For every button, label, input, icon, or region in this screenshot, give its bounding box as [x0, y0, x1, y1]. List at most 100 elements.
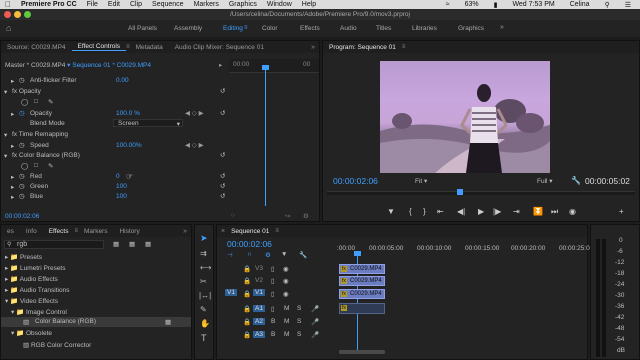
speed-value[interactable]: 100.00%	[116, 142, 142, 149]
tree-item-lumetri-presets[interactable]: ▸ 📁 Lumetri Presets	[5, 264, 66, 272]
tree-item-rgb-color-corrector[interactable]: ▧ RGB Color Corrector	[23, 341, 91, 349]
step-forward-icon[interactable]: |▶	[493, 207, 501, 216]
eye-icon[interactable]: ◉	[283, 265, 289, 273]
menu-sequence[interactable]: Sequence	[147, 1, 189, 8]
razor-tool-icon[interactable]: ✂	[200, 277, 207, 286]
zoom-window-button[interactable]	[24, 11, 31, 18]
32bit-effects-icon[interactable]: ▦	[129, 240, 135, 248]
blue-value[interactable]: 100	[116, 193, 127, 200]
slip-tool-icon[interactable]: |↔|	[199, 291, 211, 300]
add-marker-icon[interactable]: ▼	[281, 251, 287, 258]
menu-file[interactable]: File	[82, 1, 103, 8]
add-button-icon[interactable]: +	[619, 207, 624, 216]
camera-icon[interactable]: ◉	[569, 207, 576, 216]
keyframe-ruler[interactable]: 00:00 00	[229, 59, 319, 73]
tab-markers[interactable]: Markers	[78, 228, 113, 235]
reset-icon[interactable]: ↺	[220, 172, 225, 180]
minimize-window-button[interactable]	[14, 11, 21, 18]
blend-mode-dropdown[interactable]: Screen ▾	[113, 119, 183, 128]
export-icon[interactable]: ↪	[285, 212, 290, 220]
disclosure-icon[interactable]: ▸	[11, 193, 14, 201]
stopwatch-icon[interactable]: ◷	[19, 109, 25, 117]
more-workspaces-icon[interactable]: »	[500, 24, 504, 31]
ellipse-mask-icon[interactable]: ◯	[21, 98, 28, 106]
workspace-color[interactable]: Color	[262, 25, 278, 32]
source-patch-v1[interactable]: V1	[225, 289, 237, 296]
reset-icon[interactable]: ↺	[220, 87, 225, 95]
keyframe-nav-icon[interactable]: ◀ ◇ ▶	[185, 109, 204, 117]
home-icon[interactable]: ⌂	[6, 23, 11, 33]
step-back-icon[interactable]: ◀|	[457, 207, 465, 216]
magnet-icon[interactable]: ∩	[247, 251, 252, 258]
tab-info[interactable]: Info	[20, 228, 43, 235]
disclosure-icon[interactable]: ▾	[4, 152, 7, 160]
tree-item-color-balance-rgb[interactable]: ▧ Color Balance (RGB) ▦	[1, 317, 191, 327]
pen-mask-icon[interactable]: ✎	[48, 162, 53, 170]
yuv-effects-icon[interactable]: ▦	[145, 240, 151, 248]
disclosure-icon[interactable]: ▾	[4, 88, 7, 96]
type-tool-icon[interactable]: T	[201, 333, 207, 343]
quality-dropdown[interactable]: Full ▾	[537, 177, 553, 185]
disclosure-icon[interactable]: ▸	[11, 173, 14, 181]
disclosure-icon[interactable]: ▸	[11, 110, 14, 118]
more-tabs-icon[interactable]: »	[183, 228, 191, 235]
tab-sequence-01[interactable]: Sequence 01	[225, 228, 275, 235]
eye-icon[interactable]: ◉	[283, 290, 289, 298]
settings-icon[interactable]: ⚙	[303, 212, 309, 220]
lock-icon[interactable]: 🔒	[243, 305, 251, 313]
workspace-assembly[interactable]: Assembly	[174, 25, 202, 32]
reset-icon[interactable]: ↺	[220, 109, 225, 117]
lock-icon[interactable]: 🔒	[243, 331, 251, 339]
close-tab-icon[interactable]: ×	[217, 228, 225, 235]
tree-item-image-control[interactable]: ▾ 📁 Image Control	[11, 308, 67, 316]
playhead-marker-icon[interactable]	[262, 65, 269, 70]
lock-icon[interactable]: 🔒	[243, 265, 251, 273]
tab-source[interactable]: Source: C0029.MP4	[1, 44, 72, 51]
opacity-effect-header[interactable]: fx Opacity	[12, 88, 41, 95]
lock-icon[interactable]: 🔒	[243, 318, 251, 326]
microphone-icon[interactable]: 🎤	[311, 305, 319, 313]
workspace-audio[interactable]: Audio	[340, 25, 357, 32]
fit-dropdown[interactable]: Fit ▾	[415, 177, 427, 185]
anti-flicker-value[interactable]: 0.00	[116, 77, 129, 84]
time-ruler[interactable]: :00:00 00:00:05:00 00:00:10:00 00:00:15:…	[337, 243, 590, 257]
disclosure-icon[interactable]: ▸	[11, 77, 14, 85]
sync-lock-icon[interactable]: ▯	[271, 305, 275, 313]
hand-tool-icon[interactable]: ✋	[200, 319, 210, 328]
eye-icon[interactable]: ◉	[283, 277, 289, 285]
color-balance-header[interactable]: fx Color Balance (RGB)	[12, 152, 80, 159]
timeline-settings-icon[interactable]: 🔧	[299, 251, 307, 259]
microphone-icon[interactable]: 🎤	[311, 318, 319, 326]
user-name[interactable]: Celina	[565, 1, 595, 8]
sync-lock-icon[interactable]: ▯	[271, 265, 275, 273]
timeline-scrollbar[interactable]	[339, 350, 385, 354]
timeline-timecode[interactable]: 00:00:02:06	[227, 239, 272, 249]
microphone-icon[interactable]: 🎤	[311, 331, 319, 339]
battery-icon[interactable]: ▮	[489, 1, 503, 9]
tree-item-video-effects[interactable]: ▾ 📁 Video Effects	[5, 297, 58, 305]
add-marker-icon[interactable]: ▼	[387, 207, 395, 216]
workspace-menu-icon[interactable]: ≡	[244, 25, 248, 31]
effects-search-field[interactable]: ⚲ rgb	[4, 240, 104, 249]
lock-icon[interactable]: 🔒	[243, 277, 251, 285]
keyframe-nav-icon[interactable]: ◀ ◇ ▶	[185, 141, 204, 149]
tab-history[interactable]: History	[113, 228, 145, 235]
disclosure-icon[interactable]: ▸	[11, 142, 14, 150]
sync-lock-icon[interactable]: ▯	[271, 290, 275, 298]
sequence-clip-label[interactable]: Sequence 01 * C0029.MP4	[72, 62, 151, 69]
solo-button[interactable]: S	[297, 305, 301, 312]
stopwatch-icon[interactable]: ◷	[19, 182, 25, 190]
go-to-out-icon[interactable]: ⇥	[513, 207, 520, 216]
workspace-editing[interactable]: Editing	[223, 25, 243, 32]
extract-icon[interactable]: ⏭	[551, 207, 558, 217]
more-tabs-icon[interactable]: »	[311, 44, 319, 51]
sync-lock-icon[interactable]: B	[271, 331, 275, 338]
program-timecode[interactable]: 00:00:02:06	[333, 176, 378, 186]
menu-help[interactable]: Help	[297, 1, 321, 8]
mute-button[interactable]: M	[284, 318, 289, 325]
reset-icon[interactable]: ↺	[220, 192, 225, 200]
workspace-graphics[interactable]: Graphics	[458, 25, 484, 32]
disclosure-icon[interactable]: ▾	[4, 131, 7, 139]
rectangle-mask-icon[interactable]: □	[34, 98, 38, 105]
mark-in-icon[interactable]: {	[409, 207, 412, 216]
